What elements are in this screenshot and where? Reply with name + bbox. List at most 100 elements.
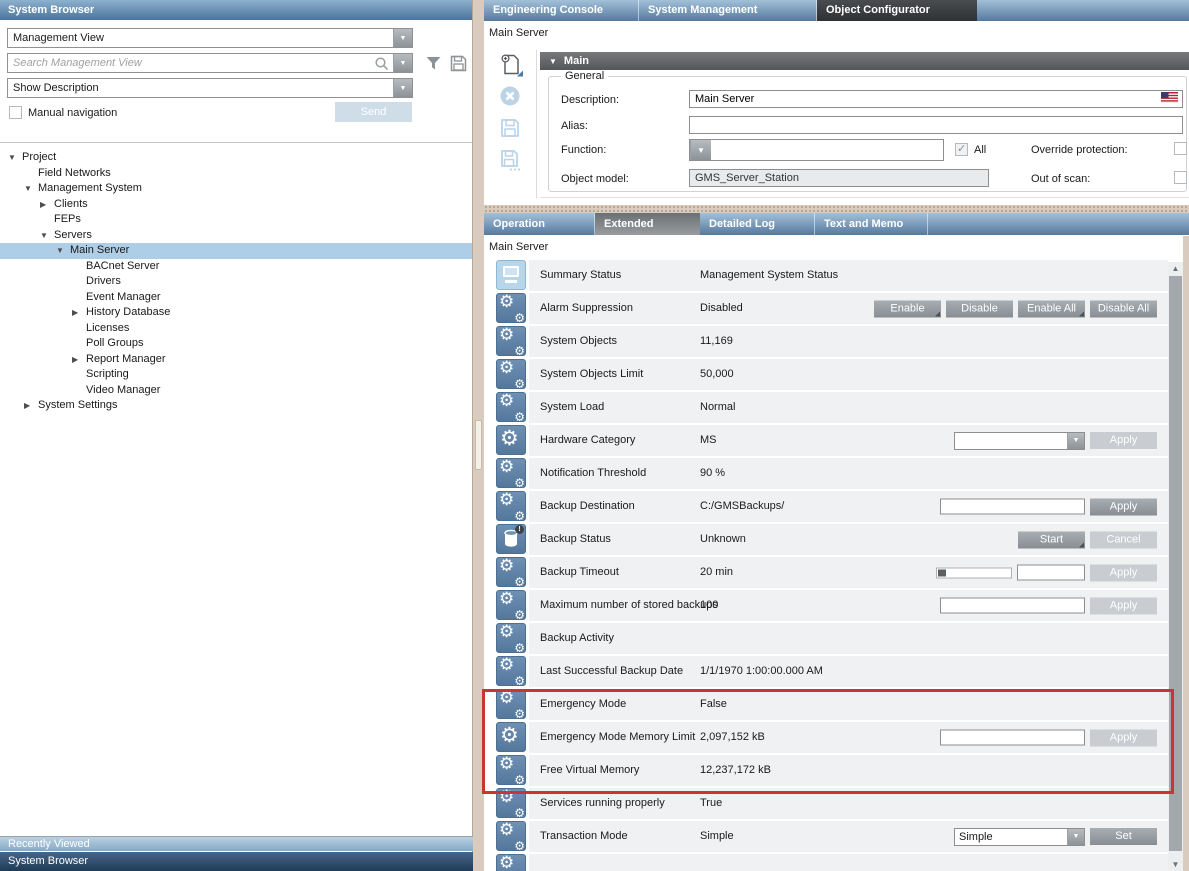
maximum-number-of-stored-backups-input[interactable] [940,598,1085,614]
save-icon[interactable] [449,54,468,73]
chevron-right-icon[interactable]: ▶ [24,398,38,414]
start-button[interactable]: Start [1018,531,1085,548]
apply-button[interactable]: Apply [1090,729,1157,746]
vertical-scrollbar[interactable]: ▲ ▼ [1168,262,1183,871]
tree-item-main-server[interactable]: ▼Main Server [0,243,472,259]
view-combobox[interactable]: Management View ▼ [7,28,413,48]
horizontal-splitter[interactable] [484,205,1189,213]
search-input[interactable] [8,54,393,72]
new-object-icon[interactable] [498,52,524,78]
chevron-down-icon[interactable]: ▼ [1067,433,1084,449]
tab-text-and-memo[interactable]: Text and Memo [815,213,928,235]
scrollbar-thumb[interactable] [1169,276,1182,851]
send-button[interactable]: Send [335,102,412,122]
gears-icon: ⚙⚙ [496,557,526,587]
hardware-category-select[interactable]: ▼ [954,432,1085,450]
tab-detailed-log[interactable]: Detailed Log [700,213,815,235]
tab-engineering-console[interactable]: Engineering Console [484,0,639,21]
out-of-scan-checkbox[interactable] [1174,171,1187,184]
application-window: System Browser Management View ▼ ▼ Show … [0,0,1189,871]
chevron-right-icon[interactable]: ▶ [72,305,86,321]
tree-item-scripting[interactable]: Scripting [0,367,472,383]
apply-button[interactable]: Apply [1090,564,1157,581]
backup-destination-input[interactable] [940,499,1085,515]
slider-thumb[interactable] [938,569,946,576]
save-as-icon[interactable] [498,148,524,174]
chevron-down-icon[interactable]: ▼ [40,228,54,244]
tree-item-bacnet-server[interactable]: BACnet Server [0,259,472,275]
enable-all-button[interactable]: Enable All [1018,300,1085,317]
enable-button[interactable]: Enable [874,300,941,317]
transaction-mode-select[interactable]: Simple▼ [954,828,1085,846]
apply-button[interactable]: Apply [1090,498,1157,515]
tab-extended-operation[interactable]: Extended Operation [595,213,700,235]
disable-all-button[interactable]: Disable All [1090,300,1157,317]
scroll-up-icon[interactable]: ▲ [1168,262,1183,275]
system-browser-bottom-bar[interactable]: System Browser [0,852,473,871]
tree-item-report-manager[interactable]: ▶Report Manager [0,352,472,368]
monitor-screen [503,266,519,277]
manual-navigation-checkbox[interactable] [9,106,22,119]
tree-item-history-database[interactable]: ▶History Database [0,305,472,321]
scroll-down-icon[interactable]: ▼ [1168,858,1183,871]
chevron-down-icon[interactable]: ▼ [690,140,711,160]
override-protection-checkbox[interactable] [1174,142,1187,155]
vertical-splitter[interactable] [474,0,484,871]
tree-item-drivers[interactable]: Drivers [0,274,472,290]
gear-glyph: ⚙ [514,410,525,422]
description-field[interactable] [689,90,1183,108]
chevron-down-icon[interactable]: ▼ [393,29,412,47]
alias-field[interactable] [689,116,1183,134]
breadcrumb: Main Server [489,241,548,253]
tree-item-clients[interactable]: ▶Clients [0,197,472,213]
cancel-button[interactable]: Cancel [1090,531,1157,548]
function-combobox[interactable]: ▼ [689,139,944,161]
search-icon[interactable] [374,56,390,72]
delete-icon[interactable] [498,84,524,110]
tree-item-licenses[interactable]: Licenses [0,321,472,337]
chevron-down-icon[interactable]: ▼ [393,79,412,97]
splitter-handle[interactable] [475,420,482,470]
all-checkbox[interactable] [955,143,968,156]
tab-operation[interactable]: Operation [484,213,595,235]
chevron-right-icon[interactable]: ▶ [72,352,86,368]
disable-button[interactable]: Disable [946,300,1013,317]
tree-item-field-networks[interactable]: Field Networks [0,166,472,182]
search-box[interactable]: ▼ [7,53,413,73]
property-row-row: ⚙⚙ [484,854,1168,871]
filter-icon[interactable] [424,54,443,73]
property-value: 100 [700,599,718,611]
save-icon[interactable] [498,116,524,142]
language-flag-icon[interactable] [1161,92,1178,103]
tree-item-servers[interactable]: ▼Servers [0,228,472,244]
tree-item-label: System Settings [38,398,117,414]
tree-item-video-manager[interactable]: Video Manager [0,383,472,399]
backup-timeout-input[interactable] [1017,565,1085,581]
tree-item-event-manager[interactable]: Event Manager [0,290,472,306]
tree-item-feps[interactable]: FEPs [0,212,472,228]
tab-system-management[interactable]: System Management [639,0,817,21]
property-band: Alarm SuppressionDisabledEnableDisableEn… [529,293,1168,324]
chevron-down-icon[interactable]: ▼ [56,243,70,259]
apply-button[interactable]: Apply [1090,432,1157,449]
chevron-down-icon[interactable]: ▼ [8,150,22,166]
emergency-mode-memory-limit-input[interactable] [940,730,1085,746]
chevron-down-icon[interactable]: ▼ [393,54,412,72]
apply-button[interactable]: Apply [1090,597,1157,614]
tree-item-system-settings[interactable]: ▶System Settings [0,398,472,414]
display-mode-combobox[interactable]: Show Description ▼ [7,78,413,98]
backup-timeout-slider[interactable] [936,567,1012,578]
tree-item-project[interactable]: ▼Project [0,150,472,166]
chevron-down-icon[interactable]: ▼ [24,181,38,197]
tree-item-poll-groups[interactable]: Poll Groups [0,336,472,352]
property-value: 12,237,172 kB [700,764,771,776]
recently-viewed-bar[interactable]: Recently Viewed [0,836,473,851]
main-section-header[interactable]: ▼Main [540,52,1189,70]
tree-item-management-system[interactable]: ▼Management System [0,181,472,197]
chevron-down-icon[interactable]: ▼ [1067,829,1084,845]
object-model-field [689,169,989,187]
chevron-right-icon[interactable]: ▶ [40,197,54,213]
set-button[interactable]: Set [1090,828,1157,845]
tab-object-configurator[interactable]: Object Configurator [817,0,977,21]
gear-glyph: ⚙ [514,806,525,818]
